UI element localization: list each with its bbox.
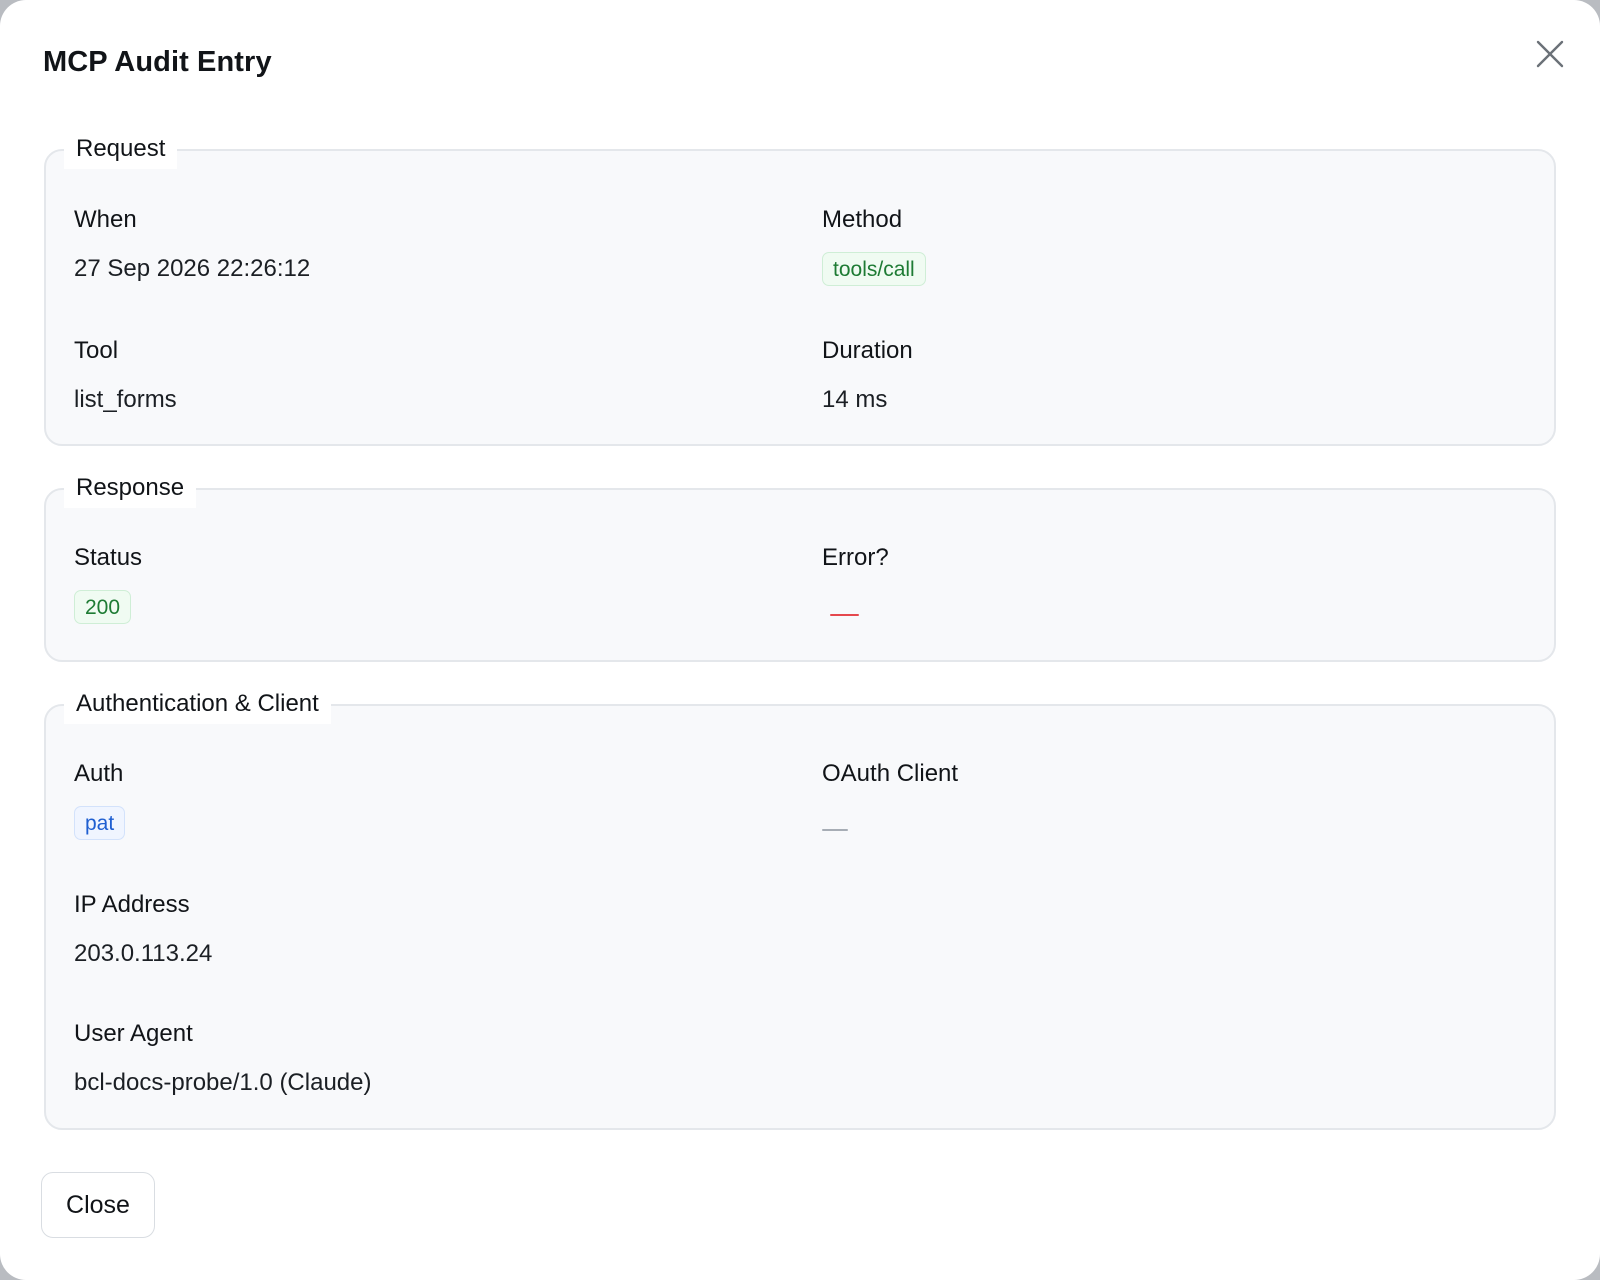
status-field: Status 200 — [74, 543, 142, 624]
method-badge: tools/call — [822, 252, 926, 286]
response-section: Response Status 200 Error? — [44, 468, 1556, 662]
audit-entry-dialog: MCP Audit Entry Request When 27 Sep 2026… — [0, 0, 1600, 1280]
status-badge: 200 — [74, 590, 132, 624]
oauth-client-label: OAuth Client — [822, 760, 959, 787]
request-legend: Request — [64, 129, 178, 169]
close-button[interactable]: Close — [41, 1172, 155, 1238]
close-icon[interactable] — [1528, 32, 1572, 76]
auth-section: Authentication & Client Auth pat OAuth C… — [44, 684, 1556, 1130]
auth-label: Auth — [74, 760, 124, 787]
tool-field: Tool list_forms — [74, 336, 177, 415]
user-agent-field: User Agent bcl-docs-probe/1.0 (Claude) — [74, 1019, 371, 1098]
error-empty-dash — [830, 614, 859, 616]
request-section: Request When 27 Sep 2026 22:26:12 Method… — [44, 129, 1556, 446]
when-field: When 27 Sep 2026 22:26:12 — [74, 205, 310, 284]
tool-label: Tool — [74, 337, 119, 364]
when-label: When — [74, 206, 137, 233]
auth-legend: Authentication & Client — [64, 684, 331, 724]
oauth-client-empty-dash — [822, 829, 848, 831]
method-label: Method — [822, 206, 903, 233]
tool-value: list_forms — [74, 386, 177, 413]
auth-badge: pat — [74, 806, 126, 840]
response-legend: Response — [64, 468, 197, 508]
status-label: Status — [74, 544, 143, 571]
auth-field: Auth pat — [74, 759, 126, 840]
user-agent-label: User Agent — [74, 1020, 193, 1047]
duration-label: Duration — [822, 337, 913, 364]
error-label: Error? — [822, 544, 889, 571]
error-field: Error? — [822, 543, 889, 621]
user-agent-value: bcl-docs-probe/1.0 (Claude) — [74, 1069, 372, 1096]
method-field: Method tools/call — [822, 205, 926, 286]
ip-address-label: IP Address — [74, 891, 190, 918]
duration-value: 14 ms — [822, 386, 888, 413]
oauth-client-field: OAuth Client — [822, 759, 958, 836]
ip-address-value: 203.0.113.24 — [74, 940, 213, 967]
dialog-title: MCP Audit Entry — [43, 46, 272, 78]
ip-address-field: IP Address 203.0.113.24 — [74, 890, 212, 969]
when-value: 27 Sep 2026 22:26:12 — [74, 255, 311, 282]
duration-field: Duration 14 ms — [822, 336, 913, 415]
